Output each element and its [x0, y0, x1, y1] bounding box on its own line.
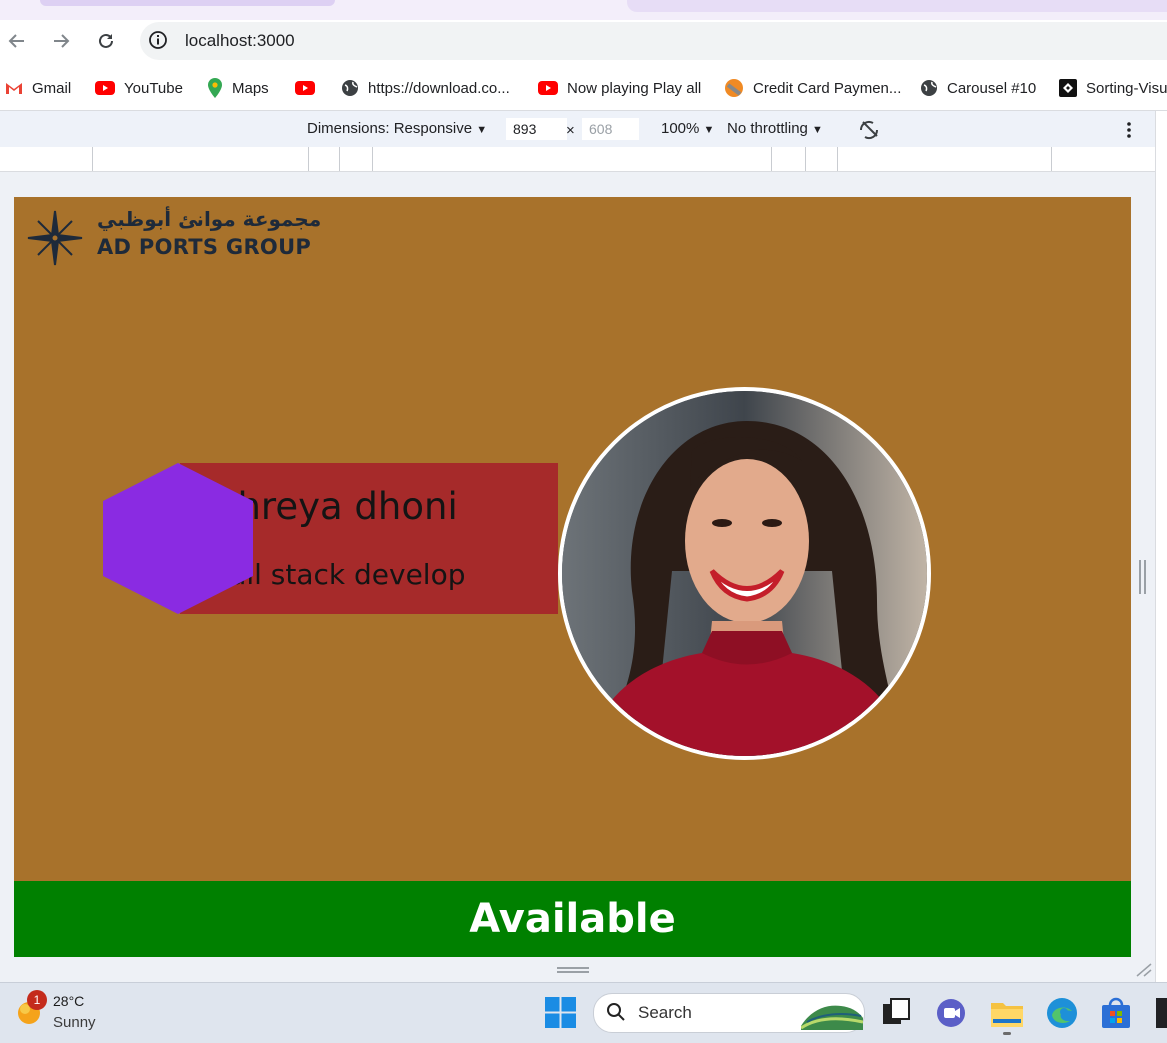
arrow-left-icon	[8, 34, 24, 48]
corner-resize-handle[interactable]	[1133, 961, 1153, 977]
profile-photo-image	[562, 391, 927, 756]
weather-notification-badge: 1	[27, 990, 47, 1010]
bookmark-label: Sorting-Visu	[1086, 79, 1167, 97]
panel-splitter-handle[interactable]	[1138, 560, 1148, 594]
bookmark-label: Maps	[232, 79, 269, 97]
maps-icon	[208, 78, 222, 98]
caret-down-icon: ▼	[703, 124, 715, 136]
times-sign: ×	[566, 122, 575, 139]
bookmark-label: Carousel #10	[947, 79, 1037, 97]
logo-arabic-text: مجموعة موانئ أبوظبي	[97, 207, 322, 231]
ruler-tick	[771, 147, 772, 171]
task-view-icon[interactable]	[882, 998, 910, 1026]
forward-button[interactable]	[47, 27, 75, 55]
bookmark-credit-card[interactable]: Credit Card Paymen...	[724, 78, 901, 98]
zoom-label: 100%	[661, 120, 700, 137]
search-icon	[607, 1003, 625, 1021]
inactive-tab[interactable]	[627, 0, 1167, 12]
youtube-icon	[538, 81, 558, 95]
bookmark-sorting[interactable]: Sorting-Visu	[1059, 78, 1167, 98]
dimensions-label: Dimensions: Responsive	[307, 120, 473, 137]
zoom-dropdown[interactable]: 100% ▼	[661, 120, 714, 137]
ruler-tick	[805, 147, 806, 171]
credit-card-site-icon	[725, 79, 743, 97]
bookmark-label: Credit Card Paymen...	[753, 79, 902, 97]
device-toolbar	[0, 111, 1155, 147]
bookmark-label: https://download.co...	[368, 79, 510, 97]
bookmark-label: Gmail	[32, 79, 72, 97]
caret-down-icon: ▼	[812, 124, 823, 136]
ruler-tick	[372, 147, 373, 171]
partial-taskbar-app-icon[interactable]	[1156, 998, 1167, 1028]
bookmark-label: YouTube	[124, 79, 183, 97]
height-input[interactable]: 608	[582, 118, 639, 140]
weather-condition[interactable]: Sunny	[53, 1014, 96, 1031]
youtube-icon	[295, 81, 315, 95]
media-query-bar[interactable]	[0, 147, 1155, 172]
availability-status: Available	[469, 896, 676, 942]
reload-button[interactable]	[92, 27, 120, 55]
microsoft-store-icon[interactable]	[1101, 997, 1131, 1029]
url-text[interactable]: localhost:3000	[185, 31, 295, 51]
logo-english-text: AD PORTS GROUP	[97, 235, 312, 259]
availability-banner: Available	[14, 881, 1131, 957]
bookmark-now-playing[interactable]: Now playing Play all	[538, 78, 701, 98]
width-input[interactable]: 893	[506, 118, 567, 140]
caret-down-icon: ▼	[476, 124, 488, 136]
globe-icon	[342, 80, 358, 96]
search-highlight-icon	[801, 1005, 863, 1030]
file-explorer-icon[interactable]	[991, 999, 1023, 1027]
bookmark-carousel[interactable]: Carousel #10	[920, 78, 1036, 98]
bookmark-gmail[interactable]: Gmail	[5, 78, 71, 98]
arrow-right-icon	[54, 34, 70, 48]
sorting-site-icon	[1059, 79, 1077, 97]
hexagon-shape	[103, 463, 253, 614]
throttling-dropdown[interactable]: No throttling ▼	[727, 120, 823, 137]
globe-icon	[921, 80, 937, 96]
more-options-icon[interactable]	[1125, 121, 1133, 139]
bookmark-maps[interactable]: Maps	[207, 78, 269, 98]
profile-photo	[558, 387, 931, 760]
ruler-tick	[308, 147, 309, 171]
bookmark-youtube-video[interactable]	[295, 78, 324, 98]
back-button[interactable]	[3, 27, 31, 55]
ruler-tick	[837, 147, 838, 171]
bookmark-youtube[interactable]: YouTube	[95, 78, 183, 98]
throttling-label: No throttling	[727, 120, 808, 137]
bookmark-download[interactable]: https://download.co...	[341, 78, 510, 98]
dimensions-dropdown[interactable]: Dimensions: Responsive ▼	[307, 120, 487, 137]
gmail-icon	[6, 83, 22, 94]
ruler-tick	[339, 147, 340, 171]
search-label: Search	[638, 1003, 692, 1022]
running-app-indicator	[1003, 1032, 1011, 1035]
ruler-tick	[92, 147, 93, 171]
site-info-icon[interactable]	[148, 30, 168, 50]
windows-start-icon[interactable]	[545, 997, 576, 1028]
reload-icon	[99, 33, 113, 48]
vertical-resize-handle[interactable]	[557, 967, 589, 973]
weather-temperature[interactable]: 28°C	[53, 993, 84, 1009]
profile-page: مجموعة موانئ أبوظبي AD PORTS GROUP Shrey…	[14, 197, 1131, 881]
bookmark-label: Now playing Play all	[567, 79, 702, 97]
teams-chat-icon[interactable]	[936, 998, 966, 1028]
devtools-panel-edge[interactable]	[1155, 111, 1167, 982]
ruler-tick	[1051, 147, 1052, 171]
ad-ports-logo-icon	[27, 210, 83, 266]
rotate-icon[interactable]	[857, 118, 881, 142]
edge-browser-icon[interactable]	[1046, 997, 1078, 1029]
youtube-icon	[95, 81, 115, 95]
active-tab[interactable]	[40, 0, 335, 6]
